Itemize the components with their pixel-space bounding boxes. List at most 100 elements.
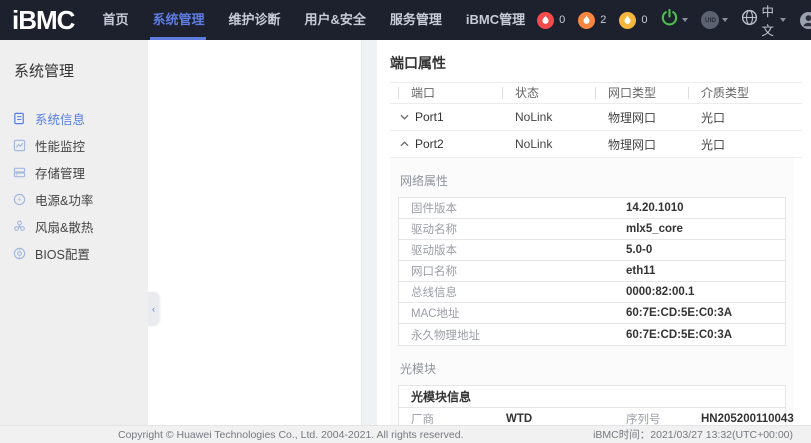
optical-module-title: 光模块 [400, 360, 786, 377]
port-status: NoLink [502, 110, 595, 124]
sidebar-item-label: 存储管理 [35, 163, 85, 182]
port-status: NoLink [502, 137, 595, 151]
minor-alarm-count: 0 [641, 14, 647, 26]
sidebar-item-performance-monitoring[interactable]: 性能监控 [0, 132, 148, 159]
sidebar-item-system-info[interactable]: 系统信息 [0, 105, 148, 132]
uid-icon: UID [701, 11, 719, 29]
port1-expand-toggle[interactable]: Port1 [398, 110, 502, 124]
port-properties-panel: 端口属性 端口 状态 网口类型 介质类型 Port1 NoLink 物理网口 光… [377, 40, 811, 425]
port2-expand-toggle[interactable]: Port2 [398, 137, 502, 151]
property-value: mlx5_core [626, 223, 683, 235]
port2-expanded-detail: 网络属性 固件版本 14.20.1010 驱动名称 mlx5_core 驱动版本… [390, 158, 794, 425]
top-navigation-bar: iBMC 首页 系统管理 维护诊断 用户&安全 服务管理 iBMC管理 0 2 … [0, 0, 811, 40]
table-row: 永久物理地址 60:7E:CD:5E:C0:3A [399, 324, 785, 345]
topbar-status-cluster: 0 2 0 UID [537, 1, 811, 39]
ibmc-time-value: 2021/03/27 13:32(UTC+00:00) [650, 429, 793, 441]
sidebar-item-label: 性能监控 [35, 136, 85, 155]
sidebar-item-storage-management[interactable]: 存储管理 [0, 159, 148, 186]
minor-alarm-indicator[interactable]: 0 [619, 12, 647, 29]
globe-icon [741, 9, 758, 31]
nav-item-home[interactable]: 首页 [90, 0, 140, 40]
footer: Copyright © Huawei Technologies Co., Ltd… [0, 425, 811, 443]
language-selector[interactable]: 中文 [741, 1, 785, 39]
sidebar-item-bios-config[interactable]: BIOS配置 [0, 240, 148, 267]
network-properties-title: 网络属性 [400, 172, 786, 189]
panel-gap [362, 40, 377, 425]
port-name: Port1 [415, 110, 444, 124]
optical-module-info-header: 光模块信息 [399, 386, 785, 408]
property-value: 0000:82:00.1 [626, 286, 694, 298]
minor-alarm-icon [619, 12, 636, 29]
property-value: eth11 [626, 265, 655, 277]
table-row-port2[interactable]: Port2 NoLink 物理网口 光口 [390, 131, 802, 158]
power-control-dropdown[interactable] [660, 8, 688, 32]
property-label: 驱动版本 [399, 242, 626, 258]
sidebar-item-label: 风扇&散热 [35, 217, 93, 236]
nav-item-system-management[interactable]: 系统管理 [140, 0, 216, 40]
secondary-panel-empty [148, 40, 362, 425]
language-label: 中文 [761, 1, 776, 39]
sidebar-item-power[interactable]: 电源&功率 [0, 186, 148, 213]
storage-icon [13, 166, 27, 180]
column-header-status: 状态 [502, 87, 595, 99]
column-header-port-type: 网口类型 [595, 87, 688, 99]
line-chart-icon [13, 139, 27, 153]
property-value: 60:7E:CD:5E:C0:3A [626, 329, 732, 341]
nav-item-service-management[interactable]: 服务管理 [378, 0, 454, 40]
table-row-port1[interactable]: Port1 NoLink 物理网口 光口 [390, 104, 802, 131]
chevron-down-icon [780, 18, 786, 22]
ibmc-time-label: iBMC时间： [593, 429, 650, 441]
port-type: 物理网口 [595, 109, 688, 126]
media-type: 光口 [688, 136, 802, 153]
chevron-up-icon [400, 141, 409, 147]
nav-item-maintenance-diagnosis[interactable]: 维护诊断 [216, 0, 292, 40]
fan-icon [13, 220, 27, 234]
serial-number-value: HN205200110043 [701, 413, 794, 425]
table-row: 固件版本 14.20.1010 [399, 198, 785, 219]
document-icon [13, 112, 27, 126]
property-label: 永久物理地址 [399, 327, 626, 343]
network-properties-table: 固件版本 14.20.1010 驱动名称 mlx5_core 驱动版本 5.0-… [398, 197, 786, 346]
sidebar-item-label: 电源&功率 [35, 190, 93, 209]
page-title: 端口属性 [390, 53, 801, 73]
table-row: MAC地址 60:7E:CD:5E:C0:3A [399, 303, 785, 324]
sidebar-collapse-button[interactable]: ‹ [148, 292, 159, 326]
port-type: 物理网口 [595, 136, 688, 153]
ibmc-time: iBMC时间：2021/03/27 13:32(UTC+00:00) [593, 427, 793, 442]
chevron-down-icon [400, 114, 409, 120]
property-label: 固件版本 [399, 200, 626, 216]
column-header-port: 端口 [398, 87, 502, 99]
nav-item-ibmc-management[interactable]: iBMC管理 [454, 0, 537, 40]
chevron-down-icon [682, 18, 688, 22]
major-alarm-indicator[interactable]: 2 [578, 12, 606, 29]
table-row: 总线信息 0000:82:00.1 [399, 282, 785, 303]
vendor-label: 厂商 [411, 411, 506, 426]
main-nav: 首页 系统管理 维护诊断 用户&安全 服务管理 iBMC管理 [90, 0, 537, 40]
user-avatar[interactable] [799, 11, 811, 30]
critical-alarm-indicator[interactable]: 0 [537, 12, 565, 29]
property-label: 网口名称 [399, 263, 626, 279]
vendor-value: WTD [506, 413, 626, 425]
sidebar-item-fans-cooling[interactable]: 风扇&散热 [0, 213, 148, 240]
table-row: 驱动版本 5.0-0 [399, 240, 785, 261]
major-alarm-icon [578, 12, 595, 29]
property-value: 14.20.1010 [626, 202, 684, 214]
nav-item-user-security[interactable]: 用户&安全 [292, 0, 377, 40]
uid-led-dropdown[interactable]: UID [701, 11, 728, 29]
sidebar-item-label: BIOS配置 [35, 244, 90, 263]
power-bolt-icon [13, 193, 27, 207]
port-table: 端口 状态 网口类型 介质类型 Port1 NoLink 物理网口 光口 [390, 82, 802, 158]
critical-alarm-count: 0 [559, 14, 565, 26]
copyright-text: Copyright © Huawei Technologies Co., Ltd… [118, 429, 464, 441]
page-body: 系统管理 系统信息 性能监控 存储管理 电源&功率 [0, 40, 811, 425]
chevron-down-icon [722, 18, 728, 22]
table-row: 网口名称 eth11 [399, 261, 785, 282]
property-label: 驱动名称 [399, 221, 626, 237]
port-table-header: 端口 状态 网口类型 介质类型 [390, 83, 802, 104]
serial-number-label: 序列号 [626, 411, 701, 426]
ibmc-logo: iBMC [12, 0, 74, 40]
power-icon [660, 8, 679, 32]
critical-alarm-icon [537, 12, 554, 29]
media-type: 光口 [688, 109, 802, 126]
table-row: 厂商 WTD 序列号 HN205200110043 [399, 408, 785, 425]
